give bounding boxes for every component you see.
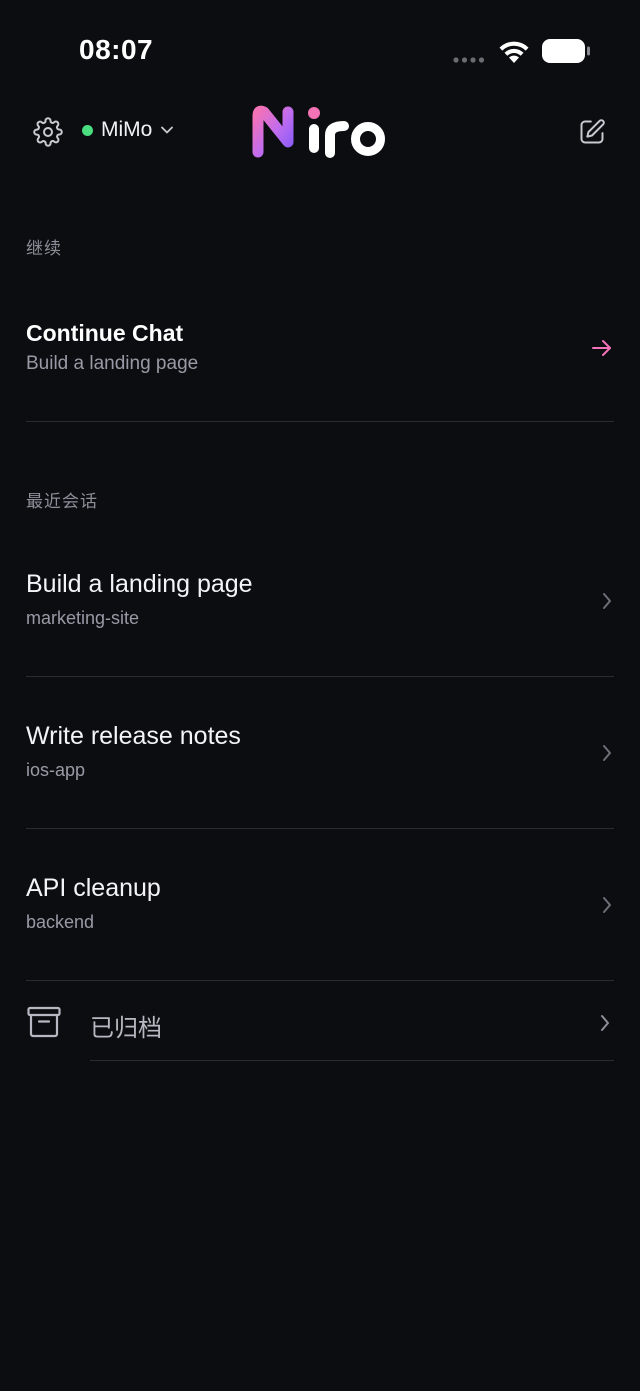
status-bar: 08:07 <box>0 0 640 100</box>
session-project: marketing-site <box>26 608 140 628</box>
battery-icon <box>542 39 590 63</box>
divider <box>26 421 614 422</box>
archive-box-icon <box>27 1006 61 1038</box>
chevron-right-icon <box>603 593 611 609</box>
session-row-build-a-landing-page[interactable]: Build a landing page marketing-site <box>26 528 614 678</box>
recent-section-label: 最近会话 <box>26 492 98 511</box>
model-status-dot <box>82 124 93 136</box>
session-project: backend <box>26 912 95 932</box>
niro-logo <box>252 105 385 158</box>
session-title: API cleanup <box>26 874 161 902</box>
home-screen: 08:07 MiMo 继续 Continue Chat Build a land… <box>0 0 640 1391</box>
compose-icon <box>580 119 605 144</box>
status-time: 08:07 <box>79 34 154 65</box>
settings-button[interactable] <box>26 110 70 154</box>
chevron-right-icon <box>601 1015 609 1031</box>
session-row-write-release-notes[interactable]: Write release notes ios-app <box>26 680 614 830</box>
new-chat-button[interactable] <box>570 110 614 154</box>
arrow-right-icon <box>592 340 611 356</box>
model-name: MiMo <box>101 118 153 141</box>
session-title: Build a landing page <box>26 570 253 598</box>
continue-chat-row[interactable]: Continue Chat Build a landing page <box>26 300 614 420</box>
archived-row[interactable]: 已归档 <box>26 986 614 1062</box>
divider <box>26 980 614 981</box>
continue-section-label: 继续 <box>26 239 62 258</box>
divider <box>26 828 614 829</box>
gear-icon <box>33 117 63 147</box>
chevron-right-icon <box>603 897 611 913</box>
divider <box>90 1060 614 1061</box>
session-project: ios-app <box>26 760 86 780</box>
cellular-signal-icon <box>453 57 485 63</box>
model-selector[interactable]: MiMo <box>82 114 174 146</box>
archived-label: 已归档 <box>90 1015 162 1042</box>
continue-chat-subtitle: Build a landing page <box>26 353 199 374</box>
divider <box>26 676 614 677</box>
chevron-down-icon <box>161 126 174 134</box>
chevron-right-icon <box>603 745 611 761</box>
session-row-api-cleanup[interactable]: API cleanup backend <box>26 832 614 982</box>
wifi-icon <box>499 41 529 63</box>
session-title: Write release notes <box>26 722 241 750</box>
top-header: MiMo <box>0 100 640 164</box>
continue-chat-title: Continue Chat <box>26 320 184 346</box>
